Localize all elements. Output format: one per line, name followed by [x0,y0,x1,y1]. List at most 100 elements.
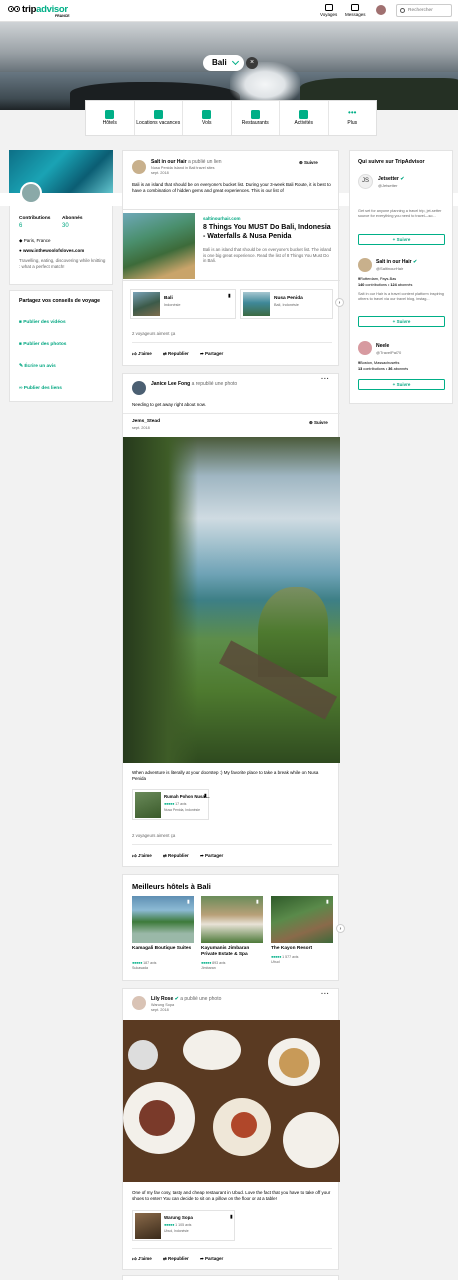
profile-location: ◆ Paris, France [19,238,51,243]
user-name[interactable]: Jetsetter ✔ [378,176,404,182]
nav-messages[interactable]: Messages [345,4,366,17]
link-preview[interactable]: saltinourhair.com 8 Things You MUST Do B… [123,209,340,281]
bookmark-icon[interactable]: ▮ [187,899,190,905]
hotel-photo [132,896,194,943]
post-photo[interactable] [123,437,340,763]
logo-country: FRANCE [55,14,70,18]
place-sub: Ubud, Indonésie [164,1229,189,1233]
repost-button[interactable]: ⇄ Republier [163,351,189,357]
avatar[interactable] [132,381,146,395]
hotel-name: Kayumanis Jimbaran Private Estate & Spa [201,946,250,957]
place-card[interactable]: Bali Indonésie ▮ [130,289,236,319]
share-button[interactable]: ➦ Partager [200,1256,223,1262]
tripadvisor-logo[interactable]: tripadvisor [8,5,68,14]
place-sub: Bali, Indonésie [274,303,299,307]
location-label: Bali [212,58,227,67]
original-author[interactable]: Jems_Stead [132,419,160,424]
publish-links-link[interactable]: ∞ Publier des liens [19,386,62,391]
avatar[interactable]: JS [358,174,373,189]
place-card[interactable]: Nusa Penida Bali, Indonésie [240,289,333,319]
user-name[interactable]: Neele [376,343,389,349]
hotel-rating: ●●●●● 1 577 avis [271,954,299,959]
followers-count[interactable]: 30 [62,223,69,229]
likes-count[interactable]: 2 voyageurs aiment ça [132,331,175,336]
more-icon: ••• [348,108,357,117]
bookmark-icon[interactable]: ▮ [204,793,207,799]
followers-label: Abonnés [62,216,83,221]
user-name[interactable]: Salt in our Hair ✔ [376,259,417,265]
like-button[interactable]: 👍︎ J'aime [132,1256,152,1262]
bookmark-icon[interactable]: ▮ [256,899,259,905]
profile-website[interactable]: ● www.inthewoolofsloves.com [19,248,84,253]
repost-button[interactable]: ⇄ Republier [163,1256,189,1262]
category-label: Locations vacances [136,120,181,126]
publish-photos-link[interactable]: ■ Publier des photos [19,342,66,347]
place-card[interactable]: Rumah Pohon Nusa ... ●●●●● 17 avis Nusa … [132,789,210,820]
avatar[interactable] [20,182,42,204]
category-label: Restaurants [241,120,269,126]
place-sub: Indonésie [164,303,181,307]
user-handle: @TravelPal70 [376,350,402,355]
category-flights[interactable]: Vols [183,101,232,135]
link-domain: saltinourhair.com [203,216,241,221]
category-label: Hôtels [102,120,117,126]
post-location: Nusa Penida Island in Bali travel sites [151,166,215,170]
avatar[interactable] [132,996,146,1010]
post-author[interactable]: Lily Rose ✔ [151,996,179,1002]
photo-caption: When adventure is literally at your door… [132,770,319,781]
hotel-rating: ●●●●● 187 avis [132,960,157,965]
follow-link[interactable]: ⊕ Suivre [309,420,328,426]
category-activities[interactable]: Activités [280,101,329,135]
like-button[interactable]: 👍︎ J'aime [132,351,152,357]
nav-voyages[interactable]: Voyages [320,4,337,17]
hotel-city: Sukasada [132,966,148,970]
share-button[interactable]: ➦ Partager [200,351,223,357]
follow-button[interactable]: + Suivre [358,316,445,327]
like-button[interactable]: 👍︎ J'aime [132,853,152,859]
rating-bubbles-icon: ●●●●● [271,954,282,959]
bookmark-icon[interactable]: ▮ [228,293,231,299]
category-bar: Hôtels Locations vacances Vols Restauran… [85,100,377,136]
category-hotels[interactable]: Hôtels [86,101,135,135]
category-more[interactable]: ••• Plus [329,101,377,135]
location-selector[interactable]: Bali [203,55,244,71]
post-date: sept. 2018 [151,171,169,175]
more-options-icon[interactable]: ··· [321,991,330,998]
post-author[interactable]: Salt in our Hair [151,159,187,165]
avatar[interactable] [358,258,372,272]
category-rentals[interactable]: Locations vacances [135,101,183,135]
avatar[interactable] [376,5,386,15]
bookmark-icon[interactable]: ▮ [326,899,329,905]
follow-button[interactable]: + Suivre [358,379,445,390]
publish-videos-link[interactable]: ■ Publier des vidéos [19,320,66,325]
hotel-name: Kamagali Boutique Suites [132,946,192,951]
close-icon[interactable]: × [246,57,258,69]
category-restaurants[interactable]: Restaurants [232,101,280,135]
contributions-count[interactable]: 6 [19,223,22,229]
hotel-card[interactable]: ▮ Kamagali Boutique Suites ●●●●● 187 avi… [132,896,194,980]
avatar[interactable] [132,160,146,174]
likes-count[interactable]: 2 voyageurs aiment ça [132,833,175,838]
post-photo[interactable] [123,1020,340,1182]
who-to-follow-card: Qui suivre sur TripAdvisor JS Jetsetter … [349,150,453,404]
chevron-right-icon[interactable]: › [336,924,345,933]
follow-button[interactable]: + Suivre [358,234,445,245]
write-review-link[interactable]: ✎ Écrire un avis [19,364,56,369]
share-button[interactable]: ➦ Partager [200,853,223,859]
chevron-right-icon[interactable]: › [335,298,344,307]
avatar[interactable] [358,341,372,355]
hotel-photo [271,896,333,943]
search-input[interactable]: Rechercher [396,4,452,17]
hotel-card[interactable]: ▮ Kayumanis Jimbaran Private Estate & Sp… [201,896,263,980]
repost-button[interactable]: ⇄ Republier [163,853,189,859]
hotel-card[interactable]: ▮ The Kayon Resort ●●●●● 1 577 avis Ubud [271,896,333,980]
bookmark-icon[interactable]: ▮ [230,1214,233,1220]
post-header: Salt in our Hair a publié un lien [151,159,222,165]
follow-link[interactable]: ⊕ Suivre [299,160,318,166]
post-author[interactable]: Janice Lee Fong [151,381,190,387]
place-thumbnail [243,292,270,316]
place-card[interactable]: Warung Sopa ●●●●● 1 105 avis Ubud, Indon… [132,1210,235,1241]
more-options-icon[interactable]: ··· [321,376,330,383]
user-stats: 13 contributions • 36 abonnés [358,367,409,371]
category-label: Activités [294,120,314,126]
